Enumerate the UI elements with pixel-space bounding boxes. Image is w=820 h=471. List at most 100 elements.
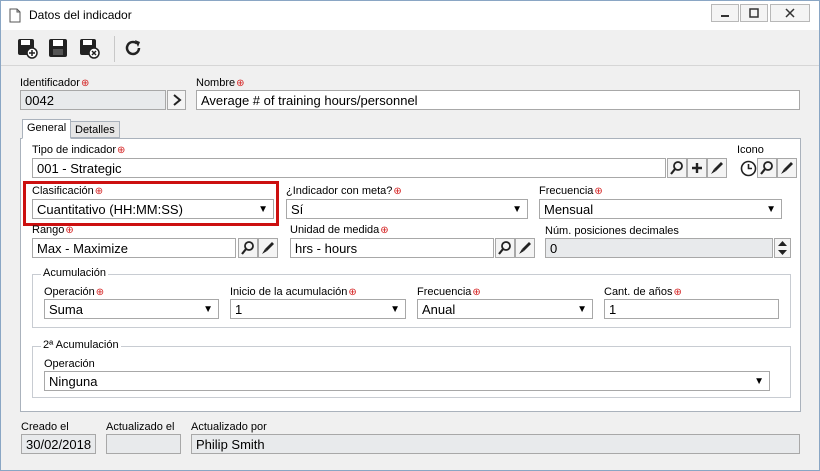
inicio-value: 1: [235, 302, 243, 317]
identificador-label: Identificador⊕: [20, 77, 90, 89]
eraser-icon: [519, 242, 531, 254]
save-close-icon: [80, 39, 100, 59]
dropdown-arrow-icon: ▼: [258, 204, 268, 215]
dropdown-arrow-icon: ▼: [577, 304, 587, 315]
maximize-icon: [749, 8, 759, 18]
required-icon: ⊕: [116, 145, 126, 156]
acum-frecuencia-value: Anual: [422, 302, 456, 317]
decimales-label: Núm. posiciones decimales: [545, 225, 679, 237]
maximize-button[interactable]: [740, 4, 768, 22]
eraser-icon: [262, 242, 274, 254]
operacion-select[interactable]: Suma ▼: [44, 299, 219, 319]
acum2-operacion-select[interactable]: Ninguna ▼: [44, 371, 770, 391]
anos-label: Cant. de años⊕: [604, 286, 682, 298]
tipo-search-button[interactable]: [667, 158, 687, 178]
dropdown-arrow-icon: ▼: [390, 304, 400, 315]
actualizado-por-field: Philip Smith: [191, 434, 800, 454]
save-new-icon: [18, 39, 38, 59]
acum2-operacion-label: Operación: [44, 358, 95, 370]
dropdown-arrow-icon: ▼: [754, 376, 764, 387]
required-icon: ⊕: [348, 287, 357, 298]
window-title: Datos del indicador: [29, 8, 132, 22]
meta-label: ¿Indicador con meta?⊕: [286, 185, 402, 197]
chevron-right-icon: [172, 94, 182, 106]
search-icon: [498, 241, 511, 255]
document-icon: [9, 8, 21, 23]
save-button[interactable]: [46, 36, 70, 60]
tipo-field[interactable]: 001 - Strategic: [32, 158, 666, 178]
meta-select[interactable]: Sí ▼: [286, 199, 528, 219]
minimize-icon: [721, 15, 729, 17]
close-button[interactable]: [770, 4, 810, 22]
clasificacion-label: Clasificación⊕: [32, 185, 104, 197]
required-icon: ⊕: [95, 287, 105, 298]
refresh-button[interactable]: [121, 36, 145, 60]
tipo-clear-button[interactable]: [707, 158, 727, 178]
acum-frecuencia-select[interactable]: Anual ▼: [417, 299, 593, 319]
decimales-field[interactable]: 0: [545, 238, 773, 258]
operacion-value: Suma: [49, 302, 83, 317]
dropdown-arrow-icon: ▼: [203, 304, 213, 315]
operacion-label: Operación⊕: [44, 286, 105, 298]
frecuencia-label: Frecuencia⊕: [539, 185, 603, 197]
actualizado-label: Actualizado el: [106, 421, 175, 433]
required-icon: ⊕: [594, 186, 603, 197]
unidad-clear-button[interactable]: [515, 238, 535, 258]
inicio-select[interactable]: 1 ▼: [230, 299, 406, 319]
icono-clear-button[interactable]: [777, 158, 797, 178]
minimize-button[interactable]: [711, 4, 739, 22]
rango-field[interactable]: Max - Maximize: [32, 238, 236, 258]
acumulacion-title: Acumulación: [41, 267, 108, 279]
anos-field[interactable]: 1: [604, 299, 779, 319]
inicio-label: Inicio de la acumulación⊕: [230, 286, 357, 298]
unidad-search-button[interactable]: [495, 238, 515, 258]
save-icon: [49, 39, 67, 57]
stepper-arrows-icon: [778, 241, 787, 255]
eraser-icon: [711, 162, 723, 174]
required-icon: ⊕: [80, 78, 90, 89]
required-icon: ⊕: [65, 225, 74, 236]
frecuencia-value: Mensual: [544, 202, 594, 217]
next-identifier-button[interactable]: [167, 90, 186, 110]
required-icon: ⊕: [472, 287, 481, 298]
rango-clear-button[interactable]: [258, 238, 278, 258]
tab-detalles[interactable]: Detalles: [70, 121, 120, 138]
frecuencia-select[interactable]: Mensual ▼: [539, 199, 782, 219]
acum2-operacion-value: Ninguna: [49, 374, 98, 389]
search-icon: [670, 161, 683, 175]
unidad-field[interactable]: hrs - hours: [290, 238, 494, 258]
dialog-window: Datos del indicador Identificador⊕ 0042 …: [0, 0, 820, 471]
close-icon: [785, 8, 795, 18]
dropdown-arrow-icon: ▼: [766, 204, 776, 215]
refresh-icon: [125, 40, 141, 56]
tipo-add-button[interactable]: [687, 158, 707, 178]
save-close-button[interactable]: [77, 36, 101, 60]
icono-preview: [738, 158, 758, 178]
plus-icon: [692, 163, 702, 173]
clock-icon: [740, 160, 756, 176]
save-new-button[interactable]: [15, 36, 39, 60]
icono-search-button[interactable]: [757, 158, 777, 178]
decimales-stepper[interactable]: [774, 238, 791, 258]
identificador-field[interactable]: 0042: [20, 90, 166, 110]
dropdown-arrow-icon: ▼: [512, 204, 522, 215]
acum-frecuencia-label: Frecuencia⊕: [417, 286, 481, 298]
meta-value: Sí: [291, 202, 304, 217]
toolbar-separator: [114, 36, 115, 62]
icono-label: Icono: [737, 144, 764, 156]
tab-general[interactable]: General: [22, 119, 72, 139]
rango-search-button[interactable]: [238, 238, 258, 258]
required-icon: ⊕: [393, 186, 402, 197]
required-icon: ⊕: [673, 287, 682, 298]
creado-field: 30/02/2018: [21, 434, 96, 454]
actualizado-field: [106, 434, 181, 454]
clasificacion-value: Cuantitativo (HH:MM:SS): [37, 202, 183, 217]
required-icon: ⊕: [380, 225, 389, 236]
clasificacion-select[interactable]: Cuantitativo (HH:MM:SS) ▼: [32, 199, 274, 219]
nombre-label: Nombre⊕: [196, 77, 245, 89]
creado-label: Creado el: [21, 421, 69, 433]
acumulacion2-title: 2ª Acumulación: [41, 339, 121, 351]
search-icon: [241, 241, 254, 255]
rango-label: Rango⊕: [32, 224, 74, 236]
nombre-field[interactable]: Average # of training hours/personnel: [196, 90, 800, 110]
